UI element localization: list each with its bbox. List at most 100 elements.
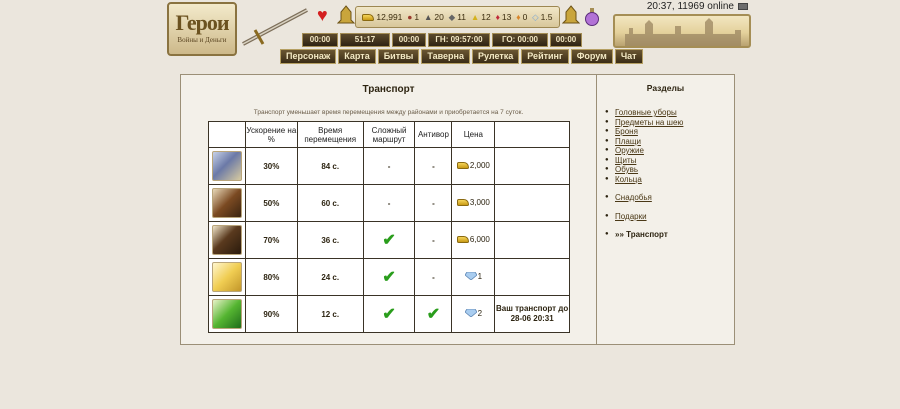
sidebar-item: Снадобья — [605, 193, 734, 203]
link-footwear[interactable]: Обувь — [615, 165, 638, 174]
sidebar-item: Головные уборы — [605, 108, 734, 118]
mail-icon[interactable] — [738, 3, 748, 10]
sidebar-item: Оружие — [605, 146, 734, 156]
sidebar-item: Кольца — [605, 175, 734, 185]
bell-left-icon — [337, 5, 355, 24]
cell-hard-route: ✔ — [362, 295, 416, 333]
stat-gems: ♦ 0 — [516, 12, 528, 22]
sidebar-item: Броня — [605, 127, 734, 137]
link-shields[interactable]: Щиты — [615, 156, 636, 165]
menu-battles[interactable]: Битвы — [377, 49, 420, 64]
cell-speed: 50% — [244, 184, 298, 222]
table-row: 90% 12 с. ✔ ✔ 2 Ваш транспорт до 28-06 2… — [208, 295, 570, 333]
gold-icon — [456, 199, 469, 206]
crystal-icon: ♦ — [495, 12, 500, 22]
cell-speed: 80% — [244, 258, 298, 296]
header-time: Время перемещения — [296, 121, 364, 148]
cell-antithief: - — [414, 221, 453, 259]
table-row: 30% 84 с. - - 2,000 — [208, 147, 570, 185]
pegasus-gold-icon[interactable] — [211, 262, 242, 292]
main-menu: Персонаж Карта Битвы Таверна Рулетка Рей… — [280, 49, 643, 65]
link-weapons[interactable]: Оружие — [615, 146, 644, 155]
cell-price: 6,000 — [451, 221, 496, 259]
sidebar-group-gifts: Подарки — [605, 212, 734, 222]
diamond-icon: ◇ — [532, 11, 539, 22]
menu-map[interactable]: Карта — [338, 49, 376, 64]
game-logo[interactable]: Герои Войны и Деньги — [167, 2, 237, 56]
timer-go: ГО: 00:00 — [492, 33, 548, 47]
link-gifts[interactable]: Подарки — [615, 212, 647, 221]
page-title: Транспорт — [362, 84, 415, 95]
link-rings[interactable]: Кольца — [615, 175, 642, 184]
menu-character[interactable]: Персонаж — [280, 49, 337, 64]
timers-bar: 00:00 51:17 00:00 ГН: 09:57:00 ГО: 00:00… — [302, 33, 614, 47]
sidebar-item: Обувь — [605, 165, 734, 175]
bell-right-icon — [562, 5, 580, 24]
cell-image — [208, 258, 246, 296]
potion-icon[interactable] — [584, 7, 600, 27]
cell-image — [208, 184, 246, 222]
menu-chat[interactable]: Чат — [614, 49, 643, 64]
diamond-icon — [464, 309, 477, 318]
link-potions[interactable]: Снадобья — [615, 193, 652, 202]
cell-time: 36 с. — [296, 221, 364, 259]
cell-status — [494, 147, 570, 185]
check-icon: ✔ — [382, 306, 396, 323]
stat-mercury: ◆ 11 — [448, 11, 467, 23]
sidebar-item-current: »» Транспорт — [605, 230, 734, 240]
stat-crystal: ♦ 13 — [495, 12, 512, 22]
sidebar-title: Разделы — [646, 83, 685, 93]
sidebar-group-potions: Снадобья — [605, 193, 734, 203]
cell-antithief: - — [414, 147, 453, 185]
gold-icon — [456, 236, 469, 243]
menu-roulette[interactable]: Рулетка — [471, 49, 520, 64]
cell-image — [208, 147, 246, 185]
content-frame: Транспорт Транспорт уменьшает время пере… — [180, 74, 735, 345]
menu-forum[interactable]: Форум — [570, 49, 613, 64]
menu-tavern[interactable]: Таверна — [421, 49, 470, 64]
bird-mount-icon[interactable] — [211, 151, 242, 181]
castle-banner-image — [613, 14, 751, 48]
cell-time: 24 с. — [296, 258, 364, 296]
header-antithief: Антивор — [414, 121, 453, 148]
sections-sidebar: Разделы Головные уборы Предметы на шею Б… — [597, 75, 734, 344]
transport-table: Ускорение на % Время перемещения Сложный… — [208, 121, 570, 333]
cell-image — [208, 295, 246, 333]
dragon-green-icon[interactable] — [211, 299, 242, 329]
cell-price: 2 — [451, 295, 496, 333]
stat-sulfur: ▲ 12 — [470, 12, 491, 22]
cell-hard-route: - — [362, 147, 416, 185]
cell-antithief: - — [414, 258, 453, 296]
cell-price: 3,000 — [451, 184, 496, 222]
sidebar-item: Плащи — [605, 137, 734, 147]
wood-icon: ● — [407, 12, 413, 22]
link-armor[interactable]: Броня — [615, 127, 638, 136]
menu-rating[interactable]: Рейтинг — [521, 49, 569, 64]
header-speed: Ускорение на % — [244, 121, 298, 148]
cell-image — [208, 221, 246, 259]
horse-black-icon[interactable] — [211, 225, 242, 255]
link-headgear[interactable]: Головные уборы — [615, 108, 677, 117]
cell-price: 2,000 — [451, 147, 496, 185]
clock-text: 20:37, 11969 online — [646, 1, 734, 12]
health-heart-icon[interactable]: ♥ — [317, 5, 328, 26]
table-row: 80% 24 с. ✔ - 1 — [208, 258, 570, 296]
timer-3: 00:00 — [392, 33, 426, 47]
sidebar-item: Щиты — [605, 156, 734, 166]
ore-icon: ▲ — [423, 12, 433, 22]
header-price: Цена — [451, 121, 496, 148]
cell-time: 84 с. — [296, 147, 364, 185]
cell-time: 12 с. — [296, 295, 364, 333]
mercury-icon: ◆ — [448, 11, 456, 22]
sidebar-item: Предметы на шею — [605, 118, 734, 128]
link-cloaks[interactable]: Плащи — [615, 137, 641, 146]
horse-brown-icon[interactable] — [211, 188, 242, 218]
cell-status-owned: Ваш транспорт до 28-06 20:31 — [494, 295, 570, 333]
resource-bar: 12,991 ● 1 ▲ 20 ◆ 11 ▲ 12 ♦ 13 ♦ 0 ◇ 1.5 — [355, 6, 560, 28]
gold-icon — [362, 13, 375, 21]
timer-gn: ГН: 09:57:00 — [428, 33, 490, 47]
link-neck-items[interactable]: Предметы на шею — [615, 118, 683, 127]
cell-speed: 70% — [244, 221, 298, 259]
gold-icon — [456, 162, 469, 169]
header-status — [494, 121, 570, 148]
